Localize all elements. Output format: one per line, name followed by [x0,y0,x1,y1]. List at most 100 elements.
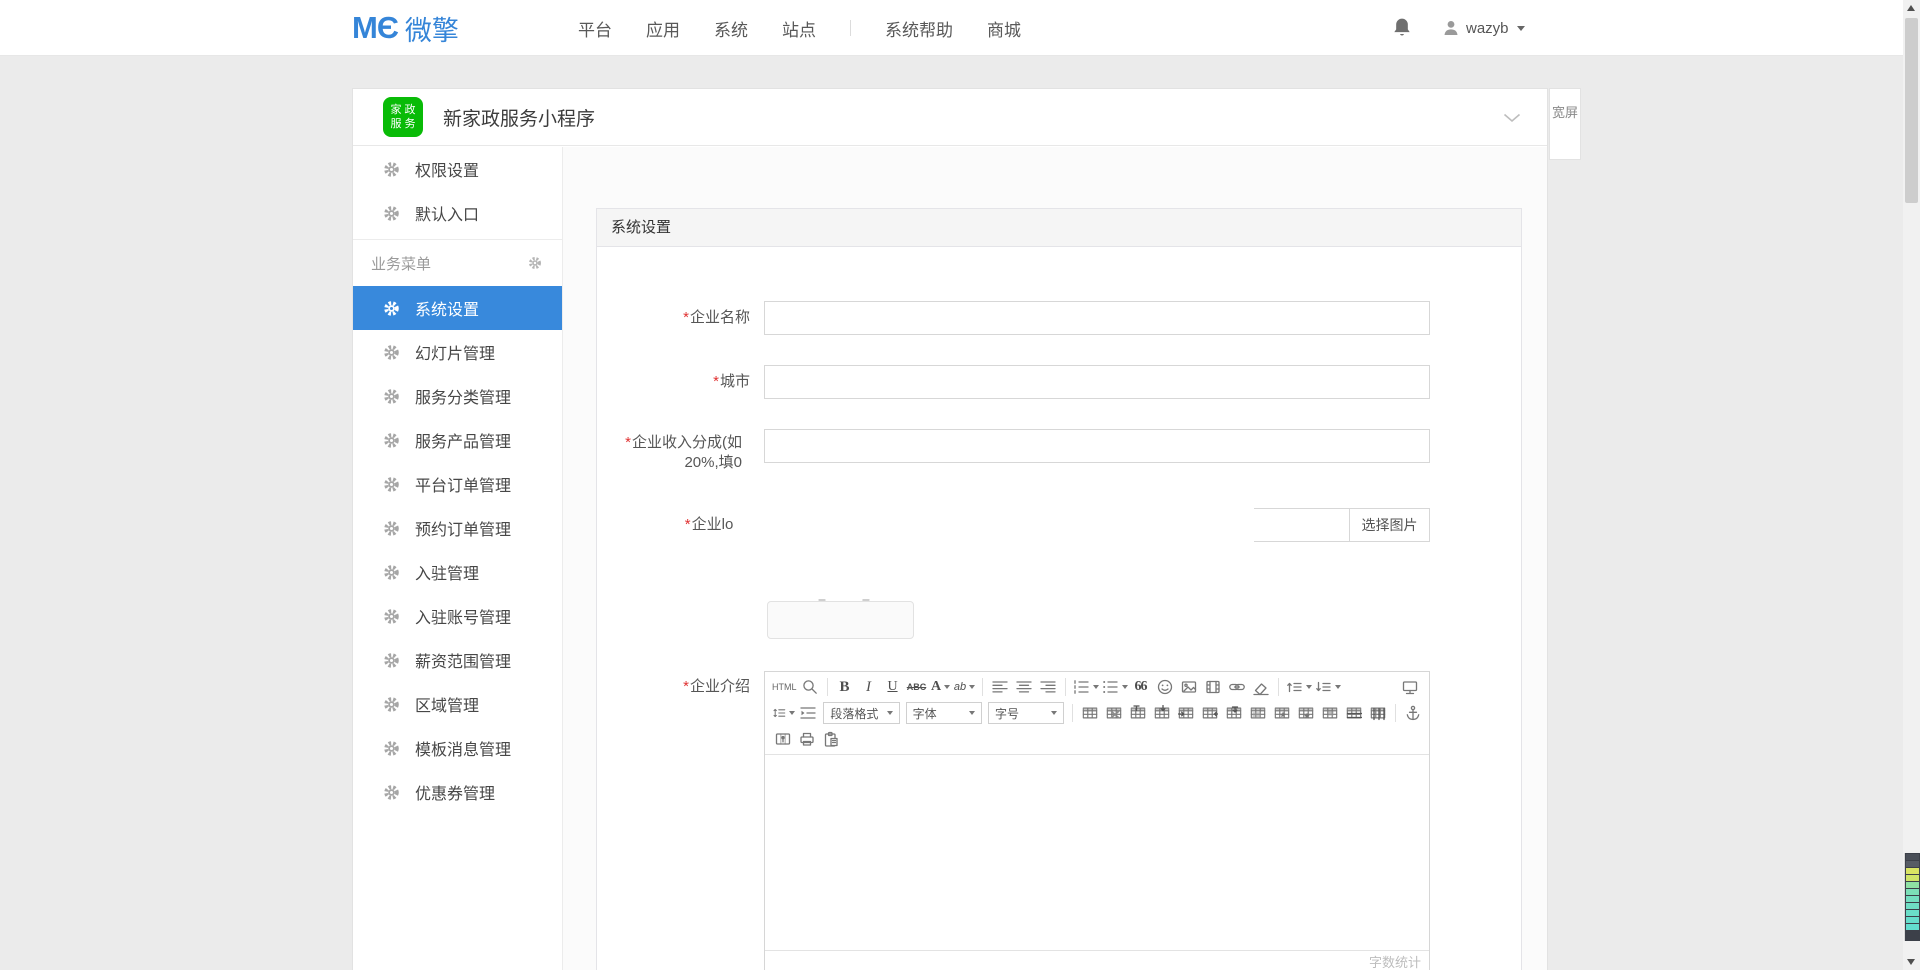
weengine-logo[interactable]: MЄ 微擎 [352,0,459,56]
film-icon [1204,678,1222,696]
browser-extension-widget[interactable] [1904,853,1920,941]
sidebar-item-salary-range-management[interactable]: 薪资范围管理 [353,638,562,682]
smiley-icon [1156,678,1174,696]
underline-button[interactable]: U [882,676,904,698]
text-highlight-button[interactable]: ab [954,676,976,698]
sidebar-item-service-category-management[interactable]: 服务分类管理 [353,374,562,418]
fullscreen-button[interactable] [1399,676,1421,698]
gear-icon[interactable] [528,256,542,270]
merge-cell-button[interactable] [1247,702,1269,724]
sidebar-item-join-account-management[interactable]: 入驻账号管理 [353,594,562,638]
sidebar-item-permission-settings[interactable]: 权限设置 [353,147,562,191]
gear-icon [383,608,400,625]
scrollbar-thumb[interactable] [1905,18,1918,203]
caret-down-icon [944,685,950,689]
insert-col-before-button[interactable] [1175,702,1197,724]
top-navigation-bar: MЄ 微擎 平台 应用 系统 站点 系统帮助 商城 wazyb [0,0,1920,56]
insert-col-after-button[interactable] [1199,702,1221,724]
insert-video-button[interactable] [1202,676,1224,698]
nav-system-help[interactable]: 系统帮助 [885,16,953,41]
widescreen-toggle[interactable]: 宽屏 [1549,88,1581,160]
delete-table-button[interactable] [1103,702,1125,724]
company-name-input[interactable] [764,301,1430,335]
table-split-rows-icon [1346,705,1362,721]
nav-site[interactable]: 站点 [782,16,816,41]
font-size-select[interactable]: 字号 [988,702,1064,724]
insert-table-button[interactable] [1079,702,1101,724]
city-input[interactable] [764,365,1430,399]
align-left-button[interactable] [989,676,1011,698]
paragraph-spacing-bottom-button[interactable] [1314,676,1341,698]
scroll-down-arrow-icon[interactable] [1907,959,1915,965]
ordered-list-button[interactable] [1072,676,1099,698]
font-color-button[interactable]: A [930,676,952,698]
toolbar-row-2: 段落格式 字体 字号 [769,700,1425,726]
insert-link-button[interactable] [1226,676,1248,698]
scroll-up-arrow-icon[interactable] [1907,5,1915,11]
align-center-icon [1015,678,1033,696]
sidebar-item-system-settings[interactable]: 系统设置 [353,286,562,330]
delete-row-button[interactable] [1223,702,1245,724]
user-menu[interactable]: wazyb [1442,19,1525,37]
merge-cell-right-button[interactable] [1271,702,1293,724]
sidebar-item-region-management[interactable]: 区域管理 [353,682,562,726]
html-source-button[interactable]: HTML [772,676,797,698]
merge-cells-button[interactable] [1319,702,1341,724]
preview-button[interactable] [799,676,821,698]
link-icon [1228,678,1246,696]
gear-icon [383,564,400,581]
paragraph-format-select[interactable]: 段落格式 [823,702,899,724]
remove-format-button[interactable] [1250,676,1272,698]
settings-form: *企业名称 *城市 *企业收入分成(如20%,填0 *企业logo 选择图片 *… [597,247,1521,970]
italic-button[interactable]: I [858,676,880,698]
sidebar-item-merchant-join-management[interactable]: 入驻管理 [353,550,562,594]
nav-apps[interactable]: 应用 [646,16,680,41]
spacing-bottom-icon [1314,678,1332,696]
nav-store[interactable]: 商城 [987,16,1021,41]
company-name-label: *企业名称 [597,308,750,328]
emoticon-button[interactable] [1154,676,1176,698]
sidebar-item-default-entry[interactable]: 默认入口 [353,191,562,235]
nav-system[interactable]: 系统 [714,16,748,41]
table-title-button[interactable] [1127,702,1149,724]
image-loading-overlay [733,479,1254,599]
sidebar-item-slideshow-management[interactable]: 幻灯片管理 [353,330,562,374]
print-button[interactable] [796,728,818,750]
sidebar-item-reservation-order-management[interactable]: 预约订单管理 [353,506,562,550]
paste-icon [822,730,840,748]
bell-icon[interactable] [1392,17,1412,39]
nav-platform[interactable]: 平台 [578,16,612,41]
bold-button[interactable]: B [834,676,856,698]
line-height-button[interactable] [772,702,795,724]
app-icon: 家政 服务 [383,97,423,137]
sidebar-section-business-menu: 业务菜单 [353,240,562,286]
merge-cell-down-button[interactable] [1295,702,1317,724]
unordered-list-button[interactable] [1101,676,1128,698]
paste-button[interactable] [820,728,842,750]
split-to-cols-button[interactable] [1367,702,1389,724]
split-to-rows-button[interactable] [1343,702,1365,724]
sidebar-item-service-product-management[interactable]: 服务产品管理 [353,418,562,462]
font-family-select[interactable]: 字体 [906,702,982,724]
company-intro-label: *企业介绍 [597,677,750,697]
baidu-map-button[interactable] [772,728,794,750]
editor-content-area[interactable] [765,755,1429,950]
align-center-button[interactable] [1013,676,1035,698]
anchor-button[interactable] [1402,702,1424,724]
chevron-down-icon[interactable] [1503,113,1521,123]
blockquote-button[interactable]: 66 [1130,676,1152,698]
revenue-share-input[interactable] [764,429,1430,463]
choose-image-button[interactable]: 选择图片 [1349,508,1430,542]
sidebar-item-platform-order-management[interactable]: 平台订单管理 [353,462,562,506]
align-right-button[interactable] [1037,676,1059,698]
paragraph-spacing-top-button[interactable] [1285,676,1312,698]
strikethrough-button[interactable]: ABC [906,676,928,698]
insert-image-button[interactable] [1178,676,1200,698]
gear-icon [383,652,400,669]
indent-button[interactable] [797,702,819,724]
sidebar-item-template-message-management[interactable]: 模板消息管理 [353,726,562,770]
insert-row-button[interactable] [1151,702,1173,724]
page-scrollbar[interactable] [1903,0,1920,970]
caret-down-icon [1517,26,1525,31]
sidebar-item-coupon-management[interactable]: 优惠券管理 [353,770,562,814]
